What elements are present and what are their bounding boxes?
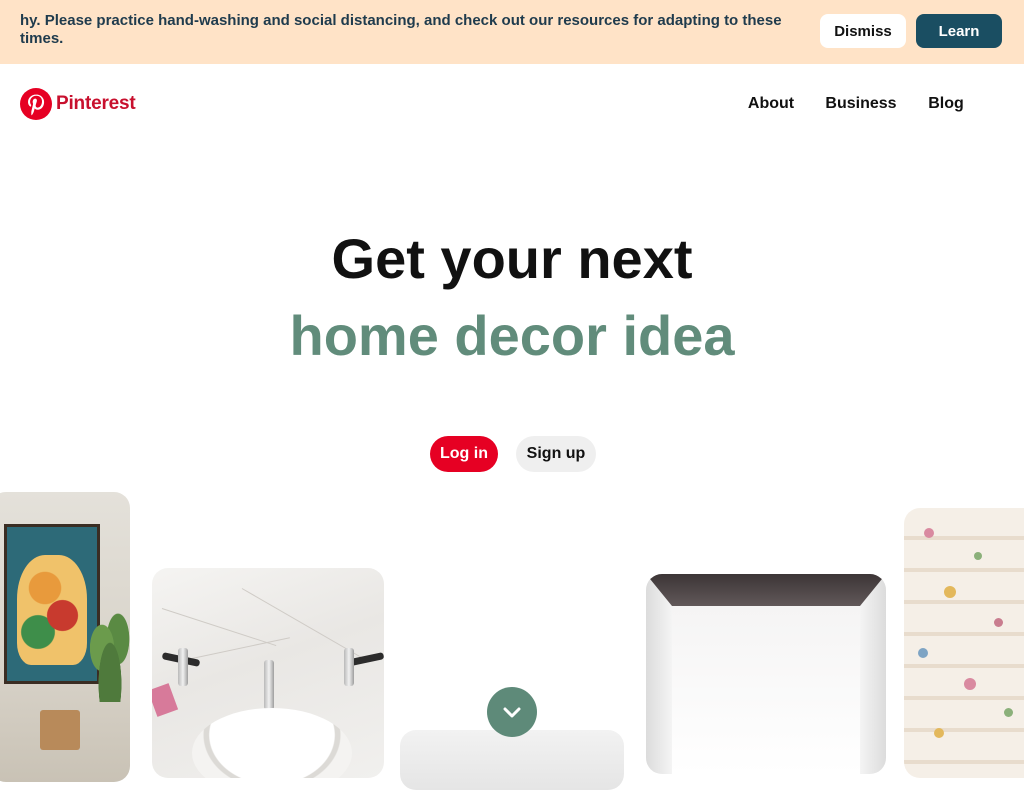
- pin-image-white-room[interactable]: [646, 574, 886, 774]
- pinterest-logo-icon: [20, 88, 52, 120]
- plant-image: [90, 612, 130, 702]
- chevron-down-icon: [503, 707, 521, 718]
- side-table-image: [40, 710, 80, 750]
- pin-image-marble-sink[interactable]: [152, 568, 384, 778]
- sign-up-button[interactable]: Sign up: [516, 436, 596, 472]
- hero-subheading: home decor idea: [289, 304, 735, 367]
- pin-image-partial[interactable]: [400, 730, 624, 790]
- logo-text: Pinterest: [56, 93, 136, 114]
- announcement-banner: hy. Please practice hand-washing and soc…: [0, 0, 1024, 64]
- learn-more-button[interactable]: Learn: [916, 14, 1002, 48]
- nav-business-link[interactable]: Business: [820, 84, 902, 124]
- nav-about-link[interactable]: About: [740, 84, 802, 124]
- scroll-down-button[interactable]: [487, 687, 537, 737]
- pin-image-wall-art[interactable]: [0, 492, 130, 782]
- log-in-button[interactable]: Log in: [430, 436, 498, 472]
- dismiss-button[interactable]: Dismiss: [820, 14, 906, 48]
- home-logo-link[interactable]: Pinterest: [20, 88, 136, 120]
- banner-text: hy. Please practice hand-washing and soc…: [20, 12, 782, 47]
- hero-heading: Get your next: [331, 227, 693, 290]
- nav-blog-link[interactable]: Blog: [920, 84, 972, 124]
- pin-image-floral-stairs[interactable]: [904, 508, 1024, 778]
- painting-image: [4, 524, 100, 684]
